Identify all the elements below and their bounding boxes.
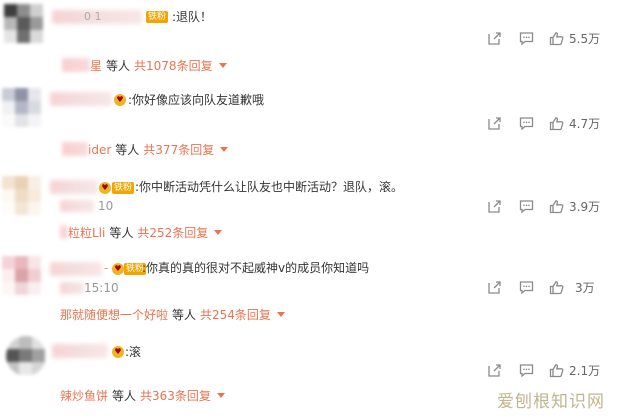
time-blurred bbox=[60, 282, 84, 294]
reply-summary[interactable]: 那就随便想一个好啦 等人 共254条回复 bbox=[60, 307, 285, 323]
like-count: 4.7万 bbox=[569, 117, 601, 131]
replier-name[interactable]: 那就随便想一个好啦 bbox=[60, 308, 168, 322]
comment-icon[interactable] bbox=[519, 280, 534, 295]
comment-actions: 3.9万 bbox=[487, 199, 617, 215]
comment-text: :滚 bbox=[125, 345, 142, 359]
reply-etc: 等人 bbox=[112, 389, 137, 403]
comment-item: ♥ :你好像应该向队友道歉哦 4.7万 ider 等人 共377条回复 bbox=[0, 80, 617, 160]
comment-actions: 5.5万 bbox=[487, 31, 617, 47]
reply-summary[interactable]: 星等人 共1078条回复 bbox=[62, 58, 227, 74]
chevron-down-icon[interactable] bbox=[220, 147, 229, 152]
comment-item: - ♥ 铁粉 :你真的真的很对不起威神v的成员你知道吗 15:10 3万 那就随… bbox=[0, 250, 617, 330]
comment-actions: 4.7万 bbox=[487, 116, 617, 132]
comment-icon[interactable] bbox=[519, 199, 534, 214]
replier-blurred bbox=[62, 58, 90, 72]
share-icon[interactable] bbox=[487, 116, 502, 131]
comment-item: 0 1 铁粉 :退队！ 5.5万 星等人 共1078条回复 bbox=[0, 0, 617, 78]
reply-etc: 等人 bbox=[109, 226, 134, 240]
avatar[interactable] bbox=[4, 4, 44, 44]
replier-name[interactable]: 辣炒鱼饼 bbox=[60, 389, 108, 403]
share-icon[interactable] bbox=[487, 280, 502, 295]
comment-item: ♥ 铁粉 :你中断活动凭什么让队友也中断活动？退队，滚。 10 3.9万 粒粒L… bbox=[0, 164, 617, 246]
fan-badge: 铁粉 bbox=[112, 182, 135, 194]
reply-etc: 等人 bbox=[106, 59, 131, 73]
replier-name[interactable]: 粒粒Lli bbox=[68, 226, 105, 240]
username-fragment[interactable]: - bbox=[104, 260, 108, 276]
like-count: 3万 bbox=[575, 281, 595, 295]
reply-summary[interactable]: ider 等人 共377条回复 bbox=[62, 142, 229, 158]
share-icon[interactable] bbox=[487, 363, 502, 378]
share-icon[interactable] bbox=[487, 31, 502, 46]
comment-page: { "comments": [ { "name_visible": "0 1",… bbox=[0, 0, 617, 418]
like-icon[interactable] bbox=[549, 199, 564, 214]
comment-text: :退队！ bbox=[172, 10, 213, 24]
reply-etc: 等人 bbox=[115, 143, 140, 157]
like-icon[interactable] bbox=[549, 280, 564, 295]
comment-text: :你中断活动凭什么让队友也中断活动？退队，滚。 bbox=[135, 180, 404, 194]
reply-etc: 等人 bbox=[172, 308, 197, 322]
username-blurred[interactable] bbox=[50, 180, 98, 194]
emoji-face-icon: ♥ bbox=[99, 182, 111, 194]
chevron-down-icon[interactable] bbox=[216, 393, 225, 398]
replier-blurred bbox=[60, 225, 68, 239]
reply-summary[interactable]: 粒粒Lli 等人 共252条回复 bbox=[60, 225, 223, 241]
emoji-face-icon: ♥ bbox=[112, 346, 124, 358]
comment-text: :你真的真的很对不起威神v的成员你知道吗 bbox=[142, 261, 370, 275]
replier-blurred bbox=[62, 142, 88, 156]
like-count: 5.5万 bbox=[569, 32, 601, 46]
avatar[interactable] bbox=[2, 176, 42, 216]
emoji-face-icon: ♥ bbox=[112, 263, 124, 275]
chevron-down-icon[interactable] bbox=[276, 312, 285, 317]
comment-icon[interactable] bbox=[519, 363, 534, 378]
avatar[interactable] bbox=[2, 88, 42, 128]
reply-count-link[interactable]: 共1078条回复 bbox=[134, 59, 213, 73]
replier-name[interactable]: ider bbox=[88, 143, 111, 157]
time-blurred bbox=[60, 200, 94, 212]
comment-actions: 3万 bbox=[487, 280, 617, 296]
watermark: 爱刨根知识网 bbox=[497, 392, 605, 412]
reply-count-link[interactable]: 共363条回复 bbox=[140, 389, 211, 403]
reply-count-link[interactable]: 共254条回复 bbox=[200, 308, 271, 322]
like-count: 2.1万 bbox=[569, 364, 601, 378]
like-count: 3.9万 bbox=[569, 200, 601, 214]
comment-icon[interactable] bbox=[519, 116, 534, 131]
chevron-down-icon[interactable] bbox=[214, 230, 223, 235]
emoji-face-icon: ♥ bbox=[114, 94, 126, 106]
reply-count-link[interactable]: 共252条回复 bbox=[137, 226, 208, 240]
reply-count-link[interactable]: 共377条回复 bbox=[143, 143, 214, 157]
fan-badge: 铁粉 bbox=[146, 11, 169, 23]
comment-text: :你好像应该向队友道歉哦 bbox=[128, 93, 265, 107]
chevron-down-icon[interactable] bbox=[218, 63, 227, 68]
username-blurred[interactable] bbox=[50, 262, 102, 276]
like-icon[interactable] bbox=[549, 363, 564, 378]
comment-icon[interactable] bbox=[519, 31, 534, 46]
username-blurred[interactable] bbox=[50, 92, 112, 106]
like-icon[interactable] bbox=[549, 31, 564, 46]
username-blurred[interactable] bbox=[52, 344, 108, 358]
avatar[interactable] bbox=[6, 336, 46, 376]
timestamp: 15:10 bbox=[84, 281, 119, 295]
like-icon[interactable] bbox=[549, 116, 564, 131]
username-fragment[interactable]: 0 1 bbox=[84, 9, 102, 25]
reply-summary[interactable]: 辣炒鱼饼 等人 共363条回复 bbox=[60, 388, 225, 404]
replier-name[interactable]: 星 bbox=[90, 59, 102, 73]
avatar[interactable] bbox=[2, 256, 42, 296]
timestamp: 10 bbox=[98, 199, 114, 213]
share-icon[interactable] bbox=[487, 199, 502, 214]
comment-actions: 2.1万 bbox=[487, 363, 617, 379]
